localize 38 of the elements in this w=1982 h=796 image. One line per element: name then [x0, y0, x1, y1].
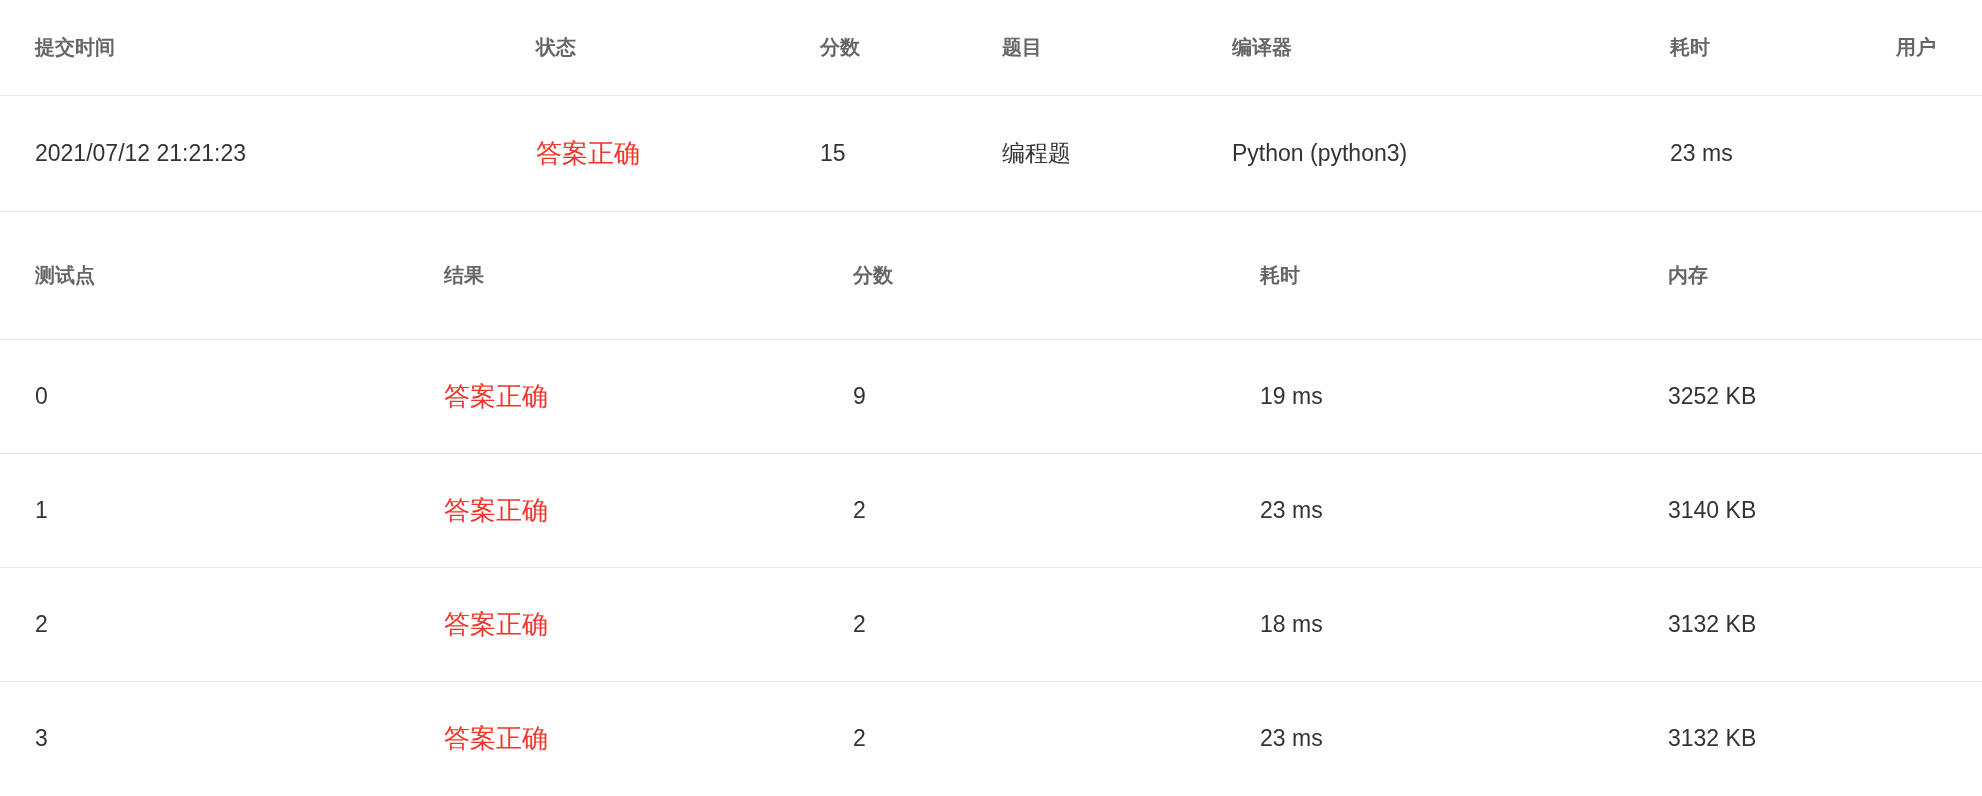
- table-cell: 18 ms: [1260, 611, 1323, 638]
- column-header: 提交时间: [35, 35, 115, 60]
- column-header: 编译器: [1232, 35, 1292, 60]
- column-header: 结果: [444, 263, 484, 288]
- table-cell: 3132 KB: [1668, 611, 1757, 638]
- table-cell: 0: [35, 383, 48, 410]
- problem-text: 编程题: [1002, 139, 1071, 168]
- table-cell: 3252 KB: [1668, 383, 1757, 410]
- table-cell: 2: [853, 611, 866, 638]
- result-text: 答案正确: [444, 380, 548, 413]
- column-header: 耗时: [1260, 263, 1300, 288]
- table-cell: 2: [853, 497, 866, 524]
- column-header: 分数: [820, 35, 860, 60]
- result-text: 答案正确: [444, 608, 548, 641]
- table-cell: 3132 KB: [1668, 725, 1757, 752]
- table-cell: 3: [35, 725, 48, 752]
- table-cell: 2: [35, 611, 48, 638]
- result-text: 答案正确: [444, 722, 548, 755]
- table-cell: 23 ms: [1260, 497, 1323, 524]
- submit-time: 2021/07/12 21:21:23: [35, 140, 247, 167]
- score-text: 15: [820, 140, 846, 167]
- table-cell: 1: [35, 497, 48, 524]
- compiler-text: Python (python3): [1232, 140, 1408, 167]
- table-cell: 9: [853, 383, 866, 410]
- column-header: 用户: [1896, 35, 1936, 60]
- column-header: 测试点: [35, 263, 95, 288]
- result-text: 答案正确: [444, 494, 548, 527]
- status-text: 答案正确: [536, 137, 640, 170]
- column-header: 内存: [1668, 263, 1708, 288]
- column-header: 分数: [853, 263, 893, 288]
- column-header: 耗时: [1670, 35, 1710, 60]
- column-header: 状态: [536, 35, 576, 60]
- table-cell: 2: [853, 725, 866, 752]
- table-cell: 19 ms: [1260, 383, 1323, 410]
- column-header: 题目: [1002, 35, 1042, 60]
- table-cell: 23 ms: [1260, 725, 1323, 752]
- duration-text: 23 ms: [1670, 140, 1733, 167]
- table-cell: 3140 KB: [1668, 497, 1757, 524]
